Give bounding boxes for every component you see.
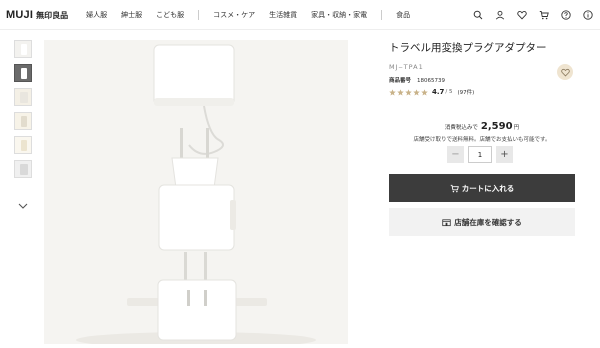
star-icon <box>405 88 412 96</box>
thumbnail-product-image <box>21 140 27 151</box>
price-value: 2,590 <box>480 121 513 132</box>
star-icon <box>413 88 420 96</box>
nav-food[interactable]: 食品 <box>396 10 410 20</box>
heart-icon[interactable] <box>516 9 528 21</box>
add-to-cart-label: カートに入れる <box>461 183 515 193</box>
thumbnail-product-image <box>21 44 27 55</box>
thumbnail-product-image <box>20 164 28 175</box>
travel-adapter-illustration <box>44 40 348 344</box>
rating-max: / 5 <box>445 89 453 95</box>
nav-divider <box>381 9 383 20</box>
thumbnail-1[interactable] <box>14 40 32 58</box>
thumbnail-6[interactable] <box>14 160 32 178</box>
nav-mens[interactable]: 紳士服 <box>121 10 142 20</box>
star-icon <box>397 88 404 96</box>
nav-goods[interactable]: 生活雑貨 <box>269 10 297 20</box>
cart-icon <box>450 184 459 192</box>
quantity-input[interactable]: 1 <box>468 146 492 163</box>
shipping-note: 店舗受け取りで送料無料。店舗でお支払いも可能です。 <box>413 137 551 143</box>
check-store-stock-label: 店舗在庫を確認する <box>454 217 522 227</box>
quantity-minus-button[interactable]: − <box>447 146 464 163</box>
main-nav: 婦人服 紳士服 こども服 コスメ・ケア 生活雑貨 家具・収納・家電 食品 <box>86 9 424 20</box>
thumbnail-list <box>14 40 34 184</box>
search-icon[interactable] <box>472 9 484 21</box>
product-info: トラベル用変換プラグアダプター MJ‒TPA1 商品番号 18065739 4.7… <box>389 40 579 96</box>
tax-label: 消費税込みで <box>444 125 478 131</box>
site-header: MUJI 無印良品 婦人服 紳士服 こども服 コスメ・ケア 生活雑貨 家具・収納… <box>0 0 600 30</box>
product-number-value: 18065739 <box>417 78 446 84</box>
nav-cosmetics[interactable]: コスメ・ケア <box>213 10 255 20</box>
logo-text-jp: 無印良品 <box>36 10 69 20</box>
thumbnail-product-image <box>21 116 27 127</box>
nav-divider <box>198 9 200 20</box>
store-icon <box>442 218 451 226</box>
header-icons <box>462 9 594 21</box>
check-store-stock-button[interactable]: 店舗在庫を確認する <box>389 208 575 236</box>
muji-logo[interactable]: MUJI 無印良品 <box>6 9 68 21</box>
thumbnail-4[interactable] <box>14 112 32 130</box>
nav-furniture[interactable]: 家具・収納・家電 <box>311 10 367 20</box>
product-model: MJ‒TPA1 <box>389 63 424 71</box>
star-icon <box>389 88 396 96</box>
product-rating[interactable]: 4.7 / 5 (97件) <box>389 88 579 96</box>
favorite-button[interactable] <box>557 64 573 80</box>
product-number-label: 商品番号 <box>389 78 412 84</box>
currency-label: 円 <box>513 125 520 131</box>
heart-icon <box>560 68 570 77</box>
nav-womens[interactable]: 婦人服 <box>86 10 107 20</box>
quantity-plus-button[interactable]: + <box>496 146 513 163</box>
thumbnail-5[interactable] <box>14 136 32 154</box>
thumbnail-product-image <box>20 92 28 103</box>
user-icon[interactable] <box>494 9 506 21</box>
thumbnail-3[interactable] <box>14 88 32 106</box>
help-icon[interactable] <box>560 9 572 21</box>
product-main-image <box>44 40 348 344</box>
quantity-stepper: − 1 + <box>447 146 513 163</box>
rating-stars <box>389 88 429 96</box>
logo-text-en: MUJI <box>6 8 34 21</box>
product-number: 商品番号 18065739 <box>389 76 579 84</box>
chevron-down-icon[interactable] <box>17 200 29 212</box>
thumbnail-2[interactable] <box>14 64 32 82</box>
rating-value: 4.7 <box>432 88 445 96</box>
nav-kids[interactable]: こども服 <box>156 10 184 20</box>
add-to-cart-button[interactable]: カートに入れる <box>389 174 575 202</box>
product-title: トラベル用変換プラグアダプター <box>389 42 547 54</box>
cart-icon[interactable] <box>538 9 550 21</box>
rating-count[interactable]: (97件) <box>458 88 475 96</box>
price-block: 消費税込みで 2,590円 <box>389 114 575 133</box>
info-icon[interactable] <box>582 9 594 21</box>
star-icon <box>421 88 428 96</box>
thumbnail-product-image <box>21 68 27 79</box>
